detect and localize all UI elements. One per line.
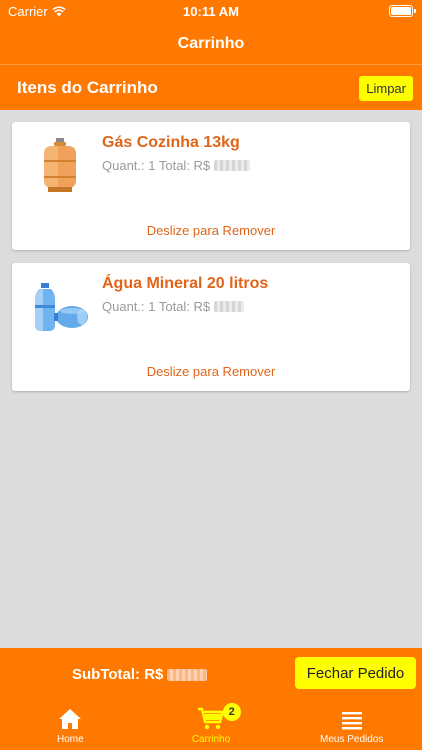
home-icon (59, 709, 82, 729)
cart-item[interactable]: Água Mineral 20 litros Quant.: 1 Total: … (12, 263, 410, 391)
tab-my-orders[interactable]: Meus Pedidos (281, 698, 422, 750)
tab-home[interactable]: Home (0, 698, 141, 750)
item-quantity-label: Quant.: 1 Total: R$ (102, 158, 211, 173)
item-name: Água Mineral 20 litros (102, 275, 269, 292)
gas-cylinder-icon (44, 138, 76, 192)
cart-count-badge: 2 (222, 703, 241, 721)
swipe-to-remove-hint: Deslize para Remover (146, 364, 276, 379)
order-footer: SubTotal: R$ Fechar Pedido (0, 648, 422, 698)
tab-label: Meus Pedidos (319, 734, 384, 745)
status-bar: Carrier 10:11 AM (0, 0, 422, 24)
water-jug-icon (35, 283, 88, 331)
tab-bar: Home 2 Carrinho Meus Pedidos (0, 698, 422, 750)
tab-label: Carrinho (191, 734, 231, 745)
clock: 10:11 AM (183, 4, 239, 19)
cart-section-header: Itens do Carrinho Limpar (0, 64, 422, 110)
subtotal-label: SubTotal: R$ (72, 666, 164, 683)
battery-icon (389, 5, 416, 17)
navigation-bar: Carrinho (0, 24, 422, 64)
swipe-to-remove-hint: Deslize para Remover (146, 223, 276, 238)
section-title: Itens do Carrinho (17, 77, 158, 97)
cart-icon (198, 707, 225, 730)
list-icon (341, 712, 362, 730)
item-quantity-label: Quant.: 1 Total: R$ (102, 299, 211, 314)
item-price-redacted (214, 301, 245, 312)
item-name: Gás Cozinha 13kg (102, 134, 240, 151)
item-price-redacted (214, 160, 251, 171)
item-quantity-total: Quant.: 1 Total: R$ (102, 158, 251, 173)
tab-label: Home (56, 734, 84, 745)
subtotal-value-redacted (167, 668, 208, 681)
close-order-button[interactable]: Fechar Pedido (295, 657, 416, 689)
tab-cart[interactable]: 2 Carrinho (141, 698, 282, 750)
page-title: Carrinho (177, 35, 245, 52)
subtotal: SubTotal: R$ (72, 666, 208, 683)
cart-item[interactable]: Gás Cozinha 13kg Quant.: 1 Total: R$ Des… (12, 122, 410, 250)
clear-cart-button[interactable]: Limpar (359, 76, 413, 101)
item-quantity-total: Quant.: 1 Total: R$ (102, 299, 245, 314)
